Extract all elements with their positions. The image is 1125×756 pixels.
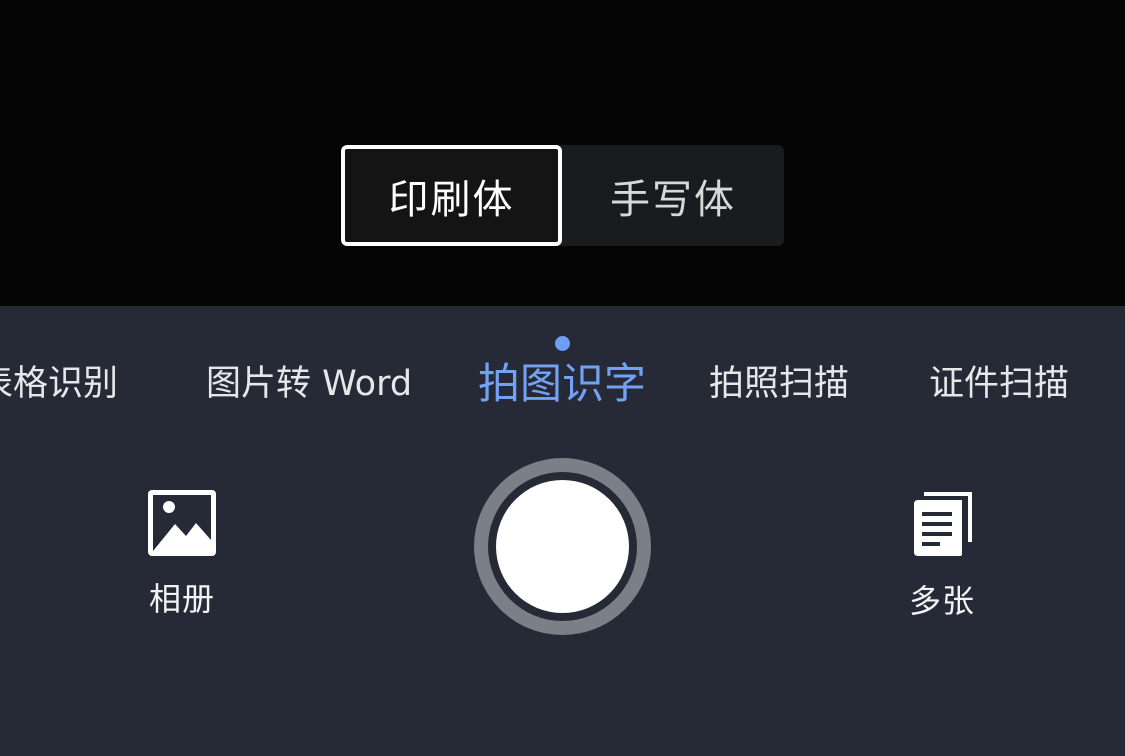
mode-selector: 表格识别 图片转 Word 拍图识字 拍照扫描 证件扫描 <box>0 354 1125 414</box>
mode-table-recognition[interactable]: 表格识别 <box>0 354 118 414</box>
current-mode-indicator <box>555 336 570 351</box>
multi-page-button[interactable]: 多张 <box>892 490 992 622</box>
font-type-toggle: 印刷体 手写体 <box>341 145 784 246</box>
image-icon <box>148 490 216 556</box>
mode-photo-scan[interactable]: 拍照扫描 <box>709 354 849 414</box>
handwriting-font-option[interactable]: 手写体 <box>562 145 784 246</box>
mode-photo-text-recognition[interactable]: 拍图识字 <box>478 354 646 414</box>
multi-document-icon <box>914 492 972 556</box>
multi-page-label: 多张 <box>908 582 975 620</box>
album-label: 相册 <box>148 580 215 618</box>
shutter-icon <box>496 480 629 613</box>
ocr-camera-screen: 印刷体 手写体 表格识别 图片转 Word 拍图识字 拍照扫描 证件扫描 相册 <box>0 0 1125 756</box>
bottom-control-panel: 表格识别 图片转 Word 拍图识字 拍照扫描 证件扫描 相册 <box>0 306 1125 756</box>
mode-image-to-word[interactable]: 图片转 Word <box>206 354 412 414</box>
shutter-button[interactable] <box>474 458 651 635</box>
printed-font-option[interactable]: 印刷体 <box>341 145 562 246</box>
mode-id-scan[interactable]: 证件扫描 <box>929 354 1069 414</box>
camera-viewfinder[interactable]: 印刷体 手写体 <box>0 0 1125 306</box>
album-button[interactable]: 相册 <box>132 490 232 620</box>
